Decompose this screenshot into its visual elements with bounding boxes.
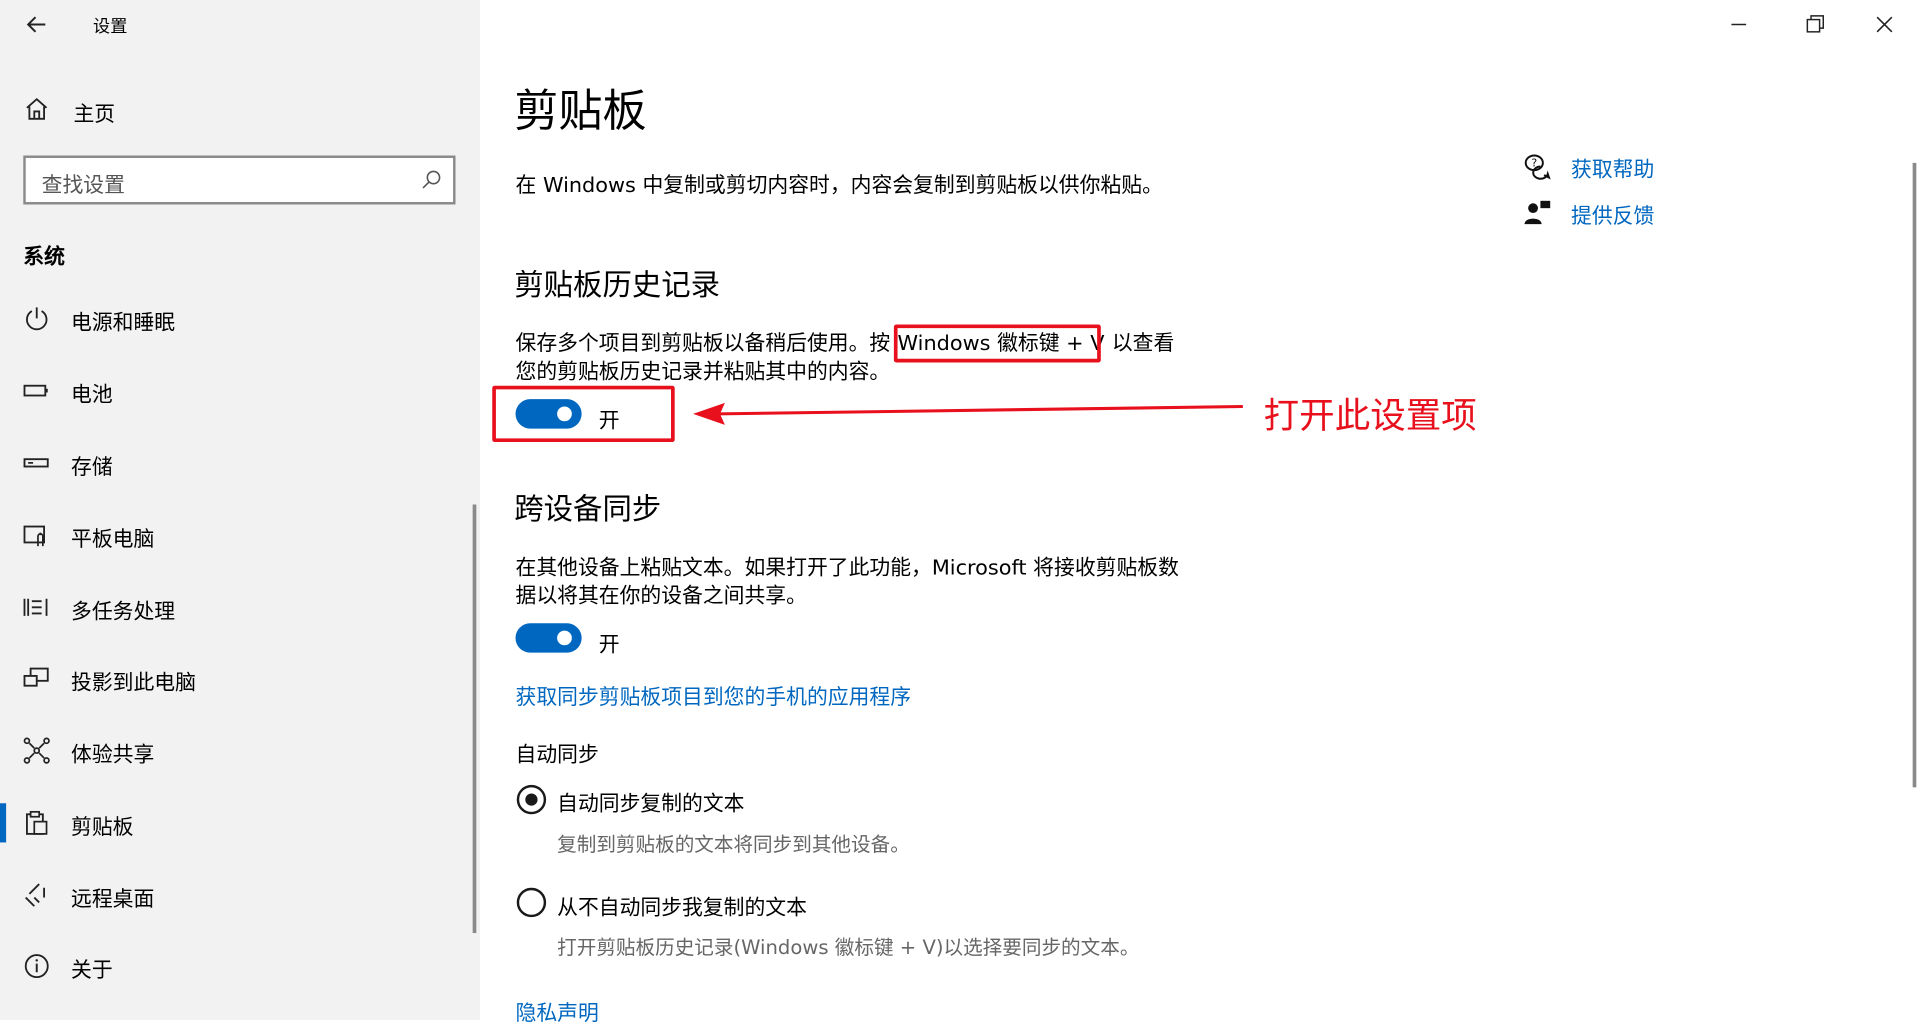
history-desc-part1: 保存多个项目到剪贴板以备稍后使用。按 [515,331,891,357]
auto-sync-option-label[interactable]: 自动同步复制的文本 [557,786,744,816]
sidebar-item-label: 电池 [71,383,113,408]
sidebar-item-power[interactable]: 电源和睡眠 [0,289,480,348]
sidebar-item-multitask[interactable]: 多任务处理 [0,578,480,637]
sidebar-item-remote-desktop[interactable]: 远程桌面 [0,866,480,925]
sidebar-item-label: 平板电脑 [71,527,155,553]
never-sync-option-label[interactable]: 从不自动同步我复制的文本 [557,890,807,920]
sync-toggle-label: 开 [598,633,620,658]
sidebar-item-label: 存储 [71,455,113,481]
feedback-label: 提供反馈 [1571,204,1655,229]
sidebar-item-label: 电源和睡眠 [71,311,176,336]
window-title: 设置 [93,17,128,37]
get-help-link[interactable]: ? 获取帮助 [1523,151,1768,183]
annotation-text: 打开此设置项 [1263,394,1477,436]
battery-icon [22,376,51,405]
section-label: 系统 [23,244,65,270]
privacy-link[interactable]: 隐私声明 [516,996,599,1026]
sync-toggle[interactable] [515,623,582,653]
search-placeholder: 查找设置 [41,173,125,199]
sidebar-item-label: 剪贴板 [71,815,134,841]
sidebar-item-label: 主页 [73,102,116,128]
phone-app-link[interactable]: 获取同步剪贴板项目到您的手机的应用程序 [516,680,912,710]
search-input[interactable]: 查找设置 [23,155,456,205]
sidebar-item-project[interactable]: 投影到此电脑 [0,649,480,708]
sync-heading: 跨设备同步 [514,492,662,527]
home-icon [22,94,51,123]
sidebar-item-label: 投影到此电脑 [71,671,196,696]
page-title: 剪贴板 [514,86,647,138]
selection-indicator [0,803,7,843]
multitask-icon [22,593,51,622]
sync-desc-line2: 据以将其在你的设备之间共享。 [515,584,807,609]
back-icon[interactable] [22,10,51,39]
auto-sync-option-desc: 复制到剪贴板的文本将同步到其他设备。 [557,832,910,856]
sidebar-item-label: 体验共享 [71,743,155,768]
annotation-arrow [693,402,1243,425]
share-icon [22,736,51,765]
power-icon [22,304,51,333]
sidebar-scrollbar[interactable] [472,504,477,934]
sync-description: 在其他设备上粘贴文本。如果打开了此功能，Microsoft 将接收剪贴板数 据以… [516,555,1179,611]
sidebar-item-label: 多任务处理 [71,600,176,625]
feedback-link[interactable]: 提供反馈 [1523,197,1768,229]
close-button[interactable] [1870,10,1899,39]
info-icon [22,951,51,980]
annotation-toggle-box [492,385,675,443]
sidebar-item-label: 关于 [71,958,113,984]
remote-desktop-icon [22,880,51,909]
sidebar-item-tablet[interactable]: 平板电脑 [0,506,480,565]
main-scrollbar[interactable] [1912,162,1917,788]
svg-text:?: ? [1531,157,1537,170]
history-desc-part2: 以查看 [1111,331,1175,357]
sidebar-item-clipboard[interactable]: 剪贴板 [0,793,480,852]
never-sync-option-desc: 打开剪贴板历史记录(Windows 徽标键 + V)以选择要同步的文本。 [557,935,1140,959]
annotation-key-box [893,324,1101,363]
auto-sync-radio[interactable] [516,784,547,815]
main-content: 剪贴板 在 Windows 中复制或剪切内容时，内容会复制到剪贴板以供你粘贴。 … [480,0,1920,1026]
sidebar: 设置 主页 查找设置 系统 电源和睡眠 电池 存储 平板电脑 多任务处理 投影到… [0,0,481,1021]
minimize-button[interactable] [1724,10,1753,39]
sidebar-item-storage[interactable]: 存储 [0,433,480,492]
history-heading: 剪贴板历史记录 [514,268,721,303]
help-chat-icon: ? [1523,152,1552,181]
auto-sync-label: 自动同步 [515,743,599,768]
get-help-label: 获取帮助 [1571,157,1655,183]
sidebar-item-home[interactable]: 主页 [0,80,480,139]
feedback-person-icon [1523,198,1552,227]
search-icon [420,169,442,191]
sync-desc-line1: 在其他设备上粘贴文本。如果打开了此功能，Microsoft 将接收剪贴板数 [515,555,1179,581]
tablet-icon [22,520,51,549]
sidebar-item-about[interactable]: 关于 [0,937,480,996]
never-sync-radio[interactable] [516,887,547,918]
page-description: 在 Windows 中复制或剪切内容时，内容会复制到剪贴板以供你粘贴。 [515,173,1163,199]
sidebar-item-share[interactable]: 体验共享 [0,721,480,780]
sidebar-item-battery[interactable]: 电池 [0,361,480,420]
clipboard-icon [22,808,51,837]
project-icon [22,664,51,693]
restore-button[interactable] [1800,10,1829,39]
storage-icon [22,448,51,477]
sidebar-item-label: 远程桌面 [71,887,155,913]
history-desc-line2: 您的剪贴板历史记录并粘贴其中的内容。 [515,360,891,385]
